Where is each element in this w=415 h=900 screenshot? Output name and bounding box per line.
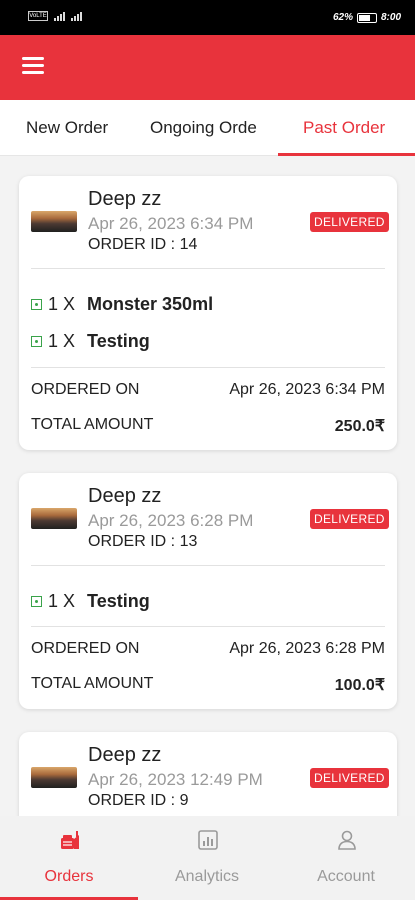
customer-name: Deep zz bbox=[88, 485, 162, 507]
item-name: Testing bbox=[87, 331, 150, 351]
customer-name: Deep zz bbox=[88, 744, 162, 766]
order-tabs: New Order Ongoing Orde Past Order bbox=[0, 100, 415, 156]
nav-account-label: Account bbox=[317, 868, 375, 885]
bottom-navigation: Orders Analytics Account bbox=[0, 816, 415, 900]
signal-icon bbox=[54, 11, 65, 21]
clock: 8:00 bbox=[380, 12, 401, 23]
status-badge: DELIVERED bbox=[310, 509, 389, 529]
volte-icon: VoLTE bbox=[28, 11, 48, 21]
orders-icon bbox=[61, 831, 79, 849]
order-item: 1 X Testing bbox=[31, 591, 150, 612]
signal-icon-2 bbox=[71, 11, 82, 21]
menu-icon[interactable] bbox=[22, 57, 44, 75]
order-id: ORDER ID : 13 bbox=[88, 533, 198, 550]
total-amount-row: TOTAL AMOUNT 250.0₹ bbox=[31, 416, 385, 436]
divider bbox=[31, 626, 385, 627]
order-datetime: Apr 26, 2023 6:34 PM bbox=[88, 214, 254, 233]
customer-name: Deep zz bbox=[88, 188, 162, 210]
ordered-on-value: Apr 26, 2023 6:34 PM bbox=[229, 381, 385, 398]
account-icon bbox=[338, 830, 356, 850]
order-list[interactable]: Deep zz Apr 26, 2023 6:34 PM ORDER ID : … bbox=[0, 156, 415, 816]
ordered-on-row: ORDERED ON Apr 26, 2023 6:28 PM bbox=[31, 640, 385, 658]
order-thumbnail bbox=[31, 211, 77, 232]
item-qty: 1 X bbox=[48, 294, 76, 314]
order-card[interactable]: Deep zz Apr 26, 2023 6:28 PM ORDER ID : … bbox=[19, 473, 397, 709]
ordered-on-label: ORDERED ON bbox=[31, 381, 140, 398]
order-id: ORDER ID : 14 bbox=[88, 236, 198, 253]
tab-ongoing-order[interactable]: Ongoing Orde bbox=[150, 118, 263, 138]
nav-analytics[interactable]: Analytics bbox=[138, 816, 276, 900]
veg-icon bbox=[31, 596, 42, 607]
ordered-on-value: Apr 26, 2023 6:28 PM bbox=[229, 640, 385, 657]
nav-account[interactable]: Account bbox=[277, 816, 415, 900]
order-thumbnail bbox=[31, 767, 77, 788]
total-amount-value: 250.0₹ bbox=[334, 418, 385, 435]
item-name: Monster 350ml bbox=[87, 294, 214, 314]
veg-icon bbox=[31, 336, 42, 347]
status-badge: DELIVERED bbox=[310, 212, 389, 232]
order-datetime: Apr 26, 2023 12:49 PM bbox=[88, 770, 263, 789]
status-bar: VoLTE 62% 8:00 bbox=[0, 0, 415, 35]
nav-analytics-label: Analytics bbox=[174, 868, 240, 885]
total-amount-label: TOTAL AMOUNT bbox=[31, 416, 154, 433]
item-qty: 1 X bbox=[48, 331, 76, 351]
order-item: 1 X Monster 350ml bbox=[31, 294, 213, 315]
analytics-icon bbox=[198, 830, 218, 850]
battery-percent: 62% bbox=[332, 12, 353, 23]
divider bbox=[31, 268, 385, 269]
divider bbox=[31, 367, 385, 368]
battery-icon bbox=[356, 12, 377, 23]
order-id: ORDER ID : 9 bbox=[88, 792, 189, 809]
order-thumbnail bbox=[31, 508, 77, 529]
tab-new-order[interactable]: New Order bbox=[26, 118, 108, 138]
order-item: 1 X Testing bbox=[31, 331, 150, 352]
total-amount-row: TOTAL AMOUNT 100.0₹ bbox=[31, 675, 385, 695]
total-amount-value: 100.0₹ bbox=[334, 677, 385, 694]
ordered-on-row: ORDERED ON Apr 26, 2023 6:34 PM bbox=[31, 381, 385, 399]
nav-orders[interactable]: Orders bbox=[0, 816, 138, 900]
tab-past-order[interactable]: Past Order bbox=[303, 118, 385, 138]
status-badge: DELIVERED bbox=[310, 768, 389, 788]
item-qty: 1 X bbox=[48, 591, 76, 611]
divider bbox=[31, 565, 385, 566]
order-card[interactable]: Deep zz Apr 26, 2023 12:49 PM ORDER ID :… bbox=[19, 732, 397, 816]
order-datetime: Apr 26, 2023 6:28 PM bbox=[88, 511, 254, 530]
app-bar bbox=[0, 35, 415, 100]
order-card[interactable]: Deep zz Apr 26, 2023 6:34 PM ORDER ID : … bbox=[19, 176, 397, 450]
veg-icon bbox=[31, 299, 42, 310]
total-amount-label: TOTAL AMOUNT bbox=[31, 675, 154, 692]
ordered-on-label: ORDERED ON bbox=[31, 640, 140, 657]
nav-orders-label: Orders bbox=[44, 868, 94, 885]
item-name: Testing bbox=[87, 591, 150, 611]
